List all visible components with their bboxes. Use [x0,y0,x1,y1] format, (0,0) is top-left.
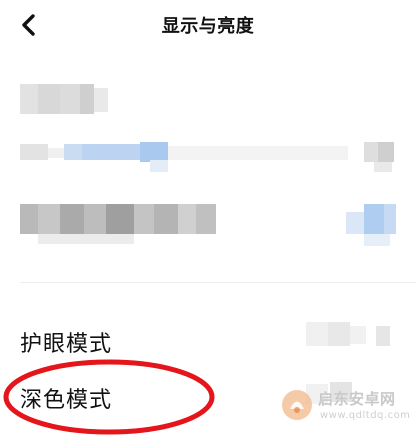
eye-comfort-mode-label: 护眼模式 [20,332,113,357]
dark-mode-label: 深色模式 [20,388,113,413]
nav-bar: 显示与亮度 [0,0,416,56]
page-title: 显示与亮度 [161,16,255,37]
dark-mode-row[interactable]: 深色模式 [0,372,416,422]
eye-comfort-mode-row[interactable]: 护眼模式 [0,316,416,366]
section-divider [20,282,416,283]
